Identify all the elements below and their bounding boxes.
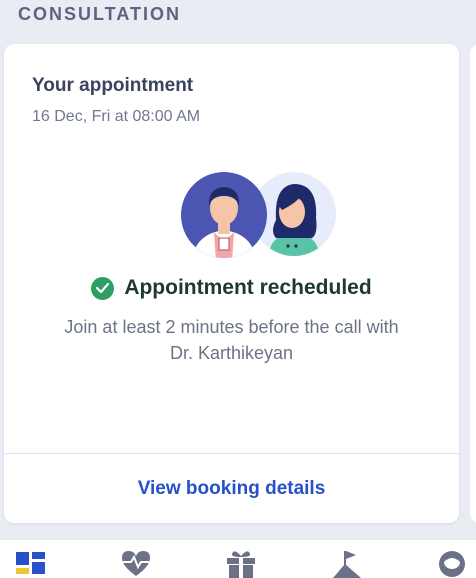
- participants-avatars: [178, 172, 338, 258]
- join-instructions: Join at least 2 minutes before the call …: [34, 314, 429, 366]
- join-instructions-line2: Dr. Karthikeyan: [169, 343, 294, 363]
- appointment-card: Your appointment 16 Dec, Fri at 08:00 AM: [4, 44, 459, 523]
- nav-profile-tab[interactable]: [437, 550, 471, 578]
- nav-rewards-tab[interactable]: [226, 550, 260, 578]
- join-instructions-line1: Join at least 2 minutes before the call …: [64, 317, 399, 337]
- status-row: Appointment recheduled: [4, 276, 459, 300]
- profile-icon: [439, 551, 465, 577]
- flag-mountain-icon: [333, 551, 361, 578]
- nav-dashboard-tab[interactable]: [16, 550, 50, 578]
- appointment-datetime: 16 Dec, Fri at 08:00 AM: [32, 108, 201, 125]
- view-booking-details-link[interactable]: View booking details: [4, 478, 459, 500]
- check-circle-icon: [91, 276, 115, 300]
- nav-health-tab[interactable]: [120, 550, 154, 578]
- card-divider: [4, 453, 459, 454]
- bottom-navigation: [0, 540, 476, 578]
- appointment-title: Your appointment: [32, 75, 194, 96]
- appointment-status: Appointment recheduled: [124, 276, 372, 299]
- next-card-peek[interactable]: [470, 44, 476, 523]
- doctor-avatar: [181, 172, 267, 258]
- nav-goals-tab[interactable]: [332, 550, 366, 578]
- section-title: CONSULTATION: [18, 4, 181, 24]
- gift-icon: [227, 551, 255, 578]
- dashboard-icon: [16, 552, 45, 574]
- heartbeat-icon: [122, 551, 150, 576]
